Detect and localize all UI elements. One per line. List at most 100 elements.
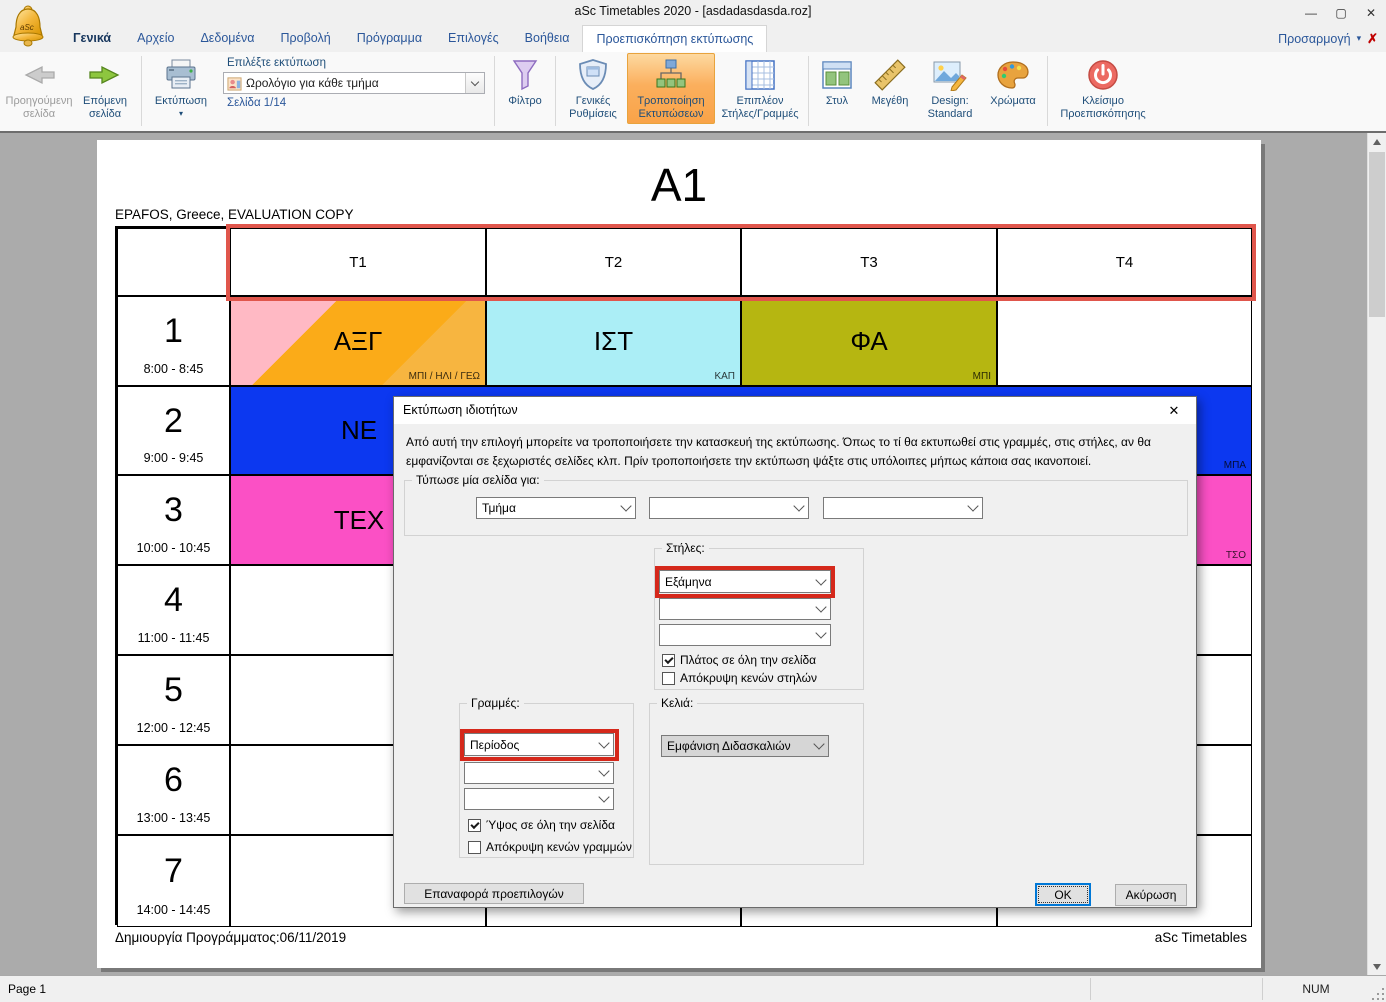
teacher-label: ΜΠΑ [1224,460,1246,471]
scrollbar-thumb[interactable] [1369,152,1385,317]
next-page-button[interactable]: Επόμενη σελίδα [72,53,138,124]
one-page-combo-2[interactable] [649,497,809,519]
title-bar: aSc Timetables 2020 - [asdadasdasda.roz]… [0,0,1386,25]
brand-text: aSc Timetables [1155,930,1247,945]
dialog-close-button[interactable]: ✕ [1152,397,1196,424]
row-label-6: 6 13:00 - 13:45 [117,745,230,835]
scroll-up-button[interactable] [1368,133,1386,150]
chevron-down-icon [810,744,828,748]
menu-close-icon[interactable]: ✗ [1367,31,1378,47]
teacher-label: ΚΑΠ [714,371,735,382]
ribbon-toolbar: Προηγούμενη σελίδα Επόμενη σελίδα [0,52,1386,133]
checkbox-checked-icon[interactable] [468,819,481,832]
page-title: A1 [97,158,1261,212]
print-dropdown-icon[interactable]: ▾ [179,109,183,118]
maximize-button[interactable]: ▢ [1326,0,1356,25]
style-button[interactable]: Στυλ [812,53,862,111]
checkbox-full-page-width[interactable]: Πλάτος σε όλη την σελίδα [662,653,816,667]
cancel-button[interactable]: Ακύρωση [1115,884,1187,906]
previous-page-button[interactable]: Προηγούμενη σελίδα [6,53,72,124]
reset-defaults-button[interactable]: Επαναφορά προεπιλογών [404,883,584,904]
group-cells: Κελιά: [649,703,864,865]
columns-combo-2[interactable] [659,598,831,620]
dialog-title-bar[interactable]: Εκτύπωση ιδιοτήτων ✕ [394,397,1196,424]
status-bar: Page 1 NUM [0,975,1386,1002]
one-page-combo-1[interactable]: Τμήμα [476,497,636,519]
minimize-button[interactable]: — [1296,0,1326,25]
cells-combo[interactable]: Εμφάνιση Διδασκαλιών [661,735,829,757]
status-page-indicator: Page 1 [8,982,46,996]
column-header-t4: T4 [997,228,1252,296]
arrow-right-icon [88,57,122,93]
resize-grip[interactable] [1370,986,1384,1000]
one-page-combo-3[interactable] [823,497,983,519]
column-header-t1: T1 [230,228,486,296]
lesson-cell-fa: ΦΑ ΜΠΙ [741,296,997,386]
customize-dropdown-icon[interactable]: ▾ [1357,33,1362,44]
vertical-scrollbar[interactable] [1367,133,1386,975]
tab-voitheia[interactable]: Βοήθεια [512,25,583,52]
lesson-cell-ist: ΙΣΤ ΚΑΠ [486,296,741,386]
tab-print-preview[interactable]: Προεπισκόπηση εκτύπωσης [582,25,767,52]
watermark-text: EPAFOS, Greece, EVALUATION COPY [115,207,354,222]
print-type-dropdown-button[interactable] [465,73,484,93]
row-label-7: 7 14:00 - 14:45 [117,835,230,927]
extra-columns-rows-button[interactable]: Επιπλέον Στήλες/Γραμμές [715,53,805,124]
layout-style-icon [821,57,853,93]
timetable-corner-cell [117,228,230,296]
palette-icon [996,57,1030,93]
modify-printouts-button[interactable]: Τροποποίηση Εκτυπώσεων [627,53,715,124]
tab-provoli[interactable]: Προβολή [268,25,344,52]
chevron-down-icon [595,771,613,775]
tab-genika[interactable]: Γενικά [60,25,124,52]
tab-epiloges[interactable]: Επιλογές [435,25,512,52]
row-label-5: 5 12:00 - 12:45 [117,655,230,745]
rows-combo-1[interactable]: Περίοδος [464,733,614,756]
checkbox-checked-icon[interactable] [662,654,675,667]
teacher-label: ΜΠΙ [973,371,991,382]
ok-button[interactable]: OK [1035,883,1091,906]
tab-archeio[interactable]: Αρχείο [124,25,187,52]
chevron-down-icon [964,506,982,510]
checkbox-hide-empty-rows[interactable]: Απόκρυψη κενών γραμμών [468,840,632,854]
power-icon [1086,57,1120,93]
checkbox-full-page-height[interactable]: Ύψος σε όλη την σελίδα [468,818,615,832]
rows-combo-3[interactable] [464,788,614,810]
customize-menu[interactable]: Προσαρμογή [1278,32,1351,46]
design-button[interactable]: Design: Standard [918,53,982,124]
app-logo-bell-icon[interactable]: aSc [9,3,47,49]
colors-button[interactable]: Χρώματα [982,53,1044,111]
dialog-description: Από αυτή την επιλογή μπορείτε να τροποπο… [406,433,1172,470]
columns-combo-3[interactable] [659,624,831,646]
arrow-left-icon [22,57,56,93]
chevron-down-icon [617,506,635,510]
printer-icon [163,57,199,93]
sizes-button[interactable]: Μεγέθη [862,53,918,111]
print-type-combo[interactable]: Ωρολόγιο για κάθε τμήμα [223,72,485,94]
checkbox-unchecked-icon[interactable] [662,672,675,685]
teacher-label: ΜΠΙ / ΗΛΙ / ΓΕΩ [409,371,480,382]
print-properties-dialog: Εκτύπωση ιδιοτήτων ✕ Από αυτή την επιλογ… [393,396,1197,908]
row-label-4: 4 11:00 - 11:45 [117,565,230,655]
checkbox-hide-empty-columns[interactable]: Απόκρυψη κενών στηλών [662,671,817,685]
window-controls: — ▢ ✕ [1296,0,1386,25]
ruler-icon [873,57,907,93]
creation-date-text: Δημιουργία Προγράμματος:06/11/2019 [115,930,346,945]
num-lock-indicator: NUM [1294,982,1338,996]
chevron-down-icon [812,633,830,637]
column-header-t3: T3 [741,228,997,296]
tab-programma[interactable]: Πρόγραμμα [344,25,435,52]
rows-combo-2[interactable] [464,762,614,784]
tab-dedomena[interactable]: Δεδομένα [187,25,267,52]
close-button[interactable]: ✕ [1356,0,1386,25]
scroll-down-button[interactable] [1368,958,1386,975]
general-settings-button[interactable]: Γενικές Ρυθμίσεις [559,53,627,124]
filter-button[interactable]: Φίλτρο [498,53,552,111]
print-button[interactable]: Εκτύπωση ▾ [145,53,217,121]
row-label-3: 3 10:00 - 10:45 [117,475,230,565]
close-preview-button[interactable]: Κλείσιμο Προεπισκόπησης [1051,53,1155,124]
checkbox-unchecked-icon[interactable] [468,841,481,854]
columns-combo-1[interactable]: Εξάμηνα [659,570,831,593]
app-window: aSc Timetables 2020 - [asdadasdasda.roz]… [0,0,1386,1002]
page-indicator: Σελίδα 1/14 [227,97,485,109]
